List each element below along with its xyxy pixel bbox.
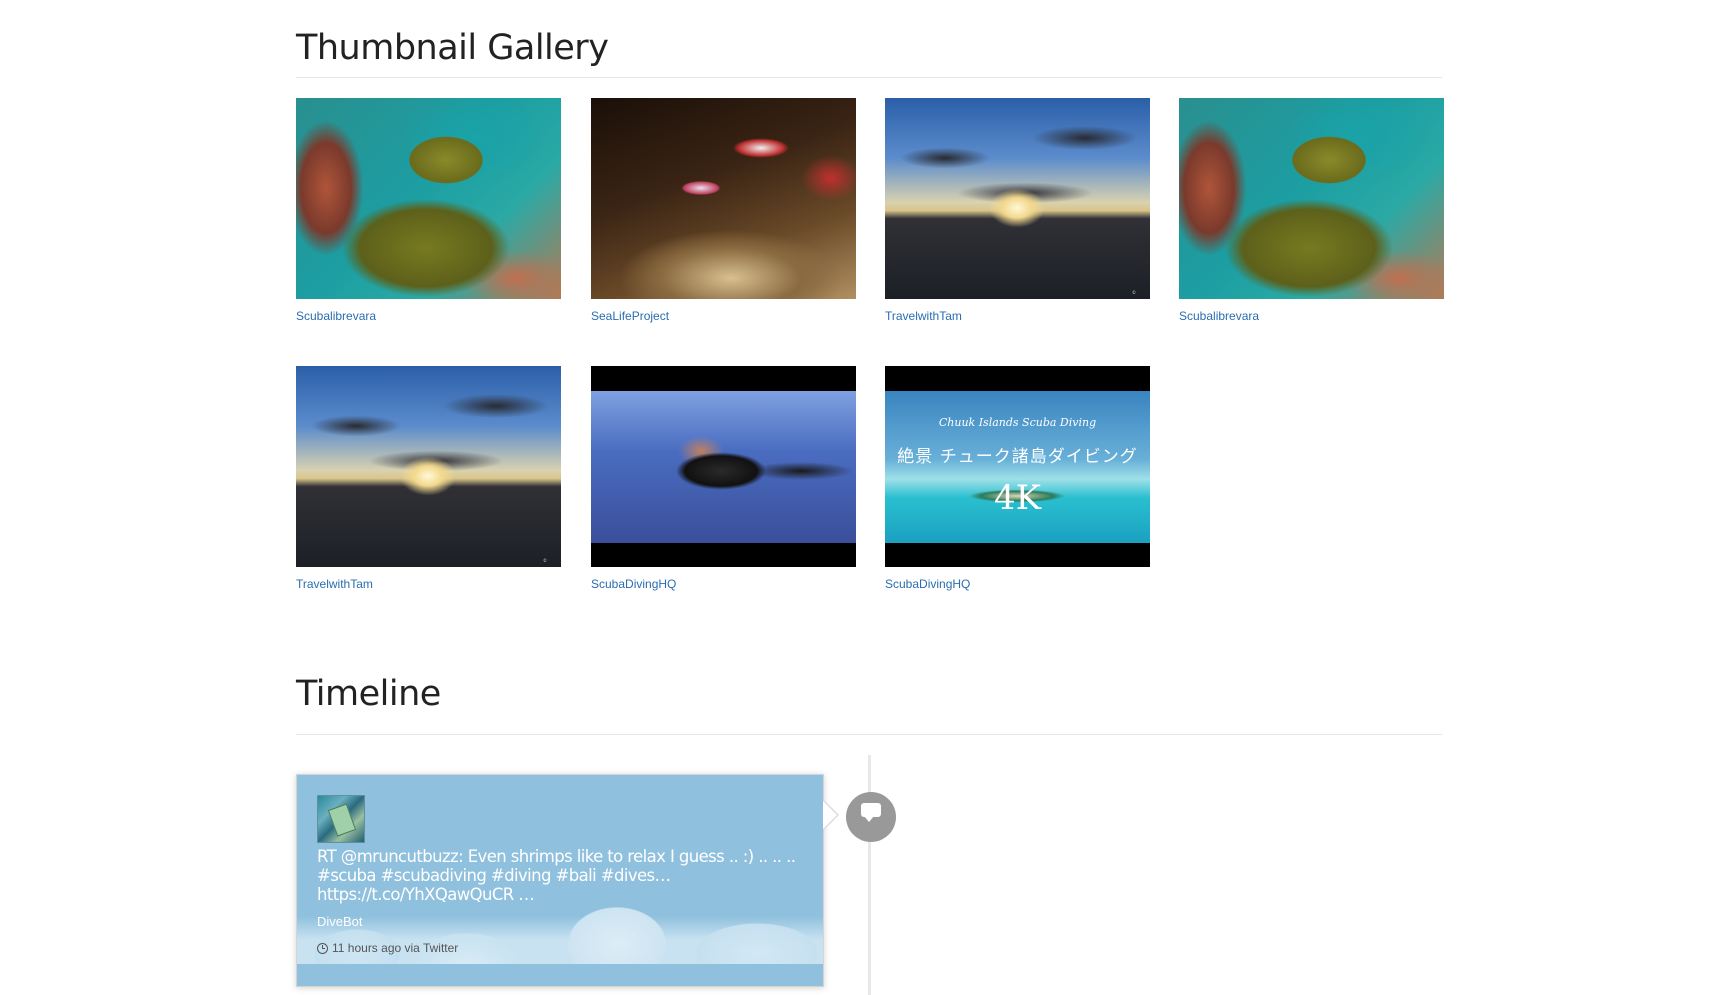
timeline-title: Timeline xyxy=(296,674,441,714)
panel-footer-strip xyxy=(297,964,823,986)
timeline-divider xyxy=(296,734,1442,735)
thumbnail-image[interactable] xyxy=(591,366,856,567)
thumbnail-image[interactable] xyxy=(591,98,856,299)
thumbnail-caption-link[interactable]: SeaLifeProject xyxy=(591,309,856,323)
comment-icon xyxy=(861,803,881,822)
thumbnail-caption-link[interactable]: TravelwithTam xyxy=(885,309,1150,323)
gallery-item[interactable]: Scubalibrevara xyxy=(296,98,561,323)
tweet-timestamp: 11 hours ago via Twitter xyxy=(332,941,459,955)
thumbnail-caption-link[interactable]: Scubalibrevara xyxy=(296,309,561,323)
gallery-item[interactable]: ScubaDivingHQ xyxy=(591,366,856,591)
timeline-panel: RT @mruncutbuzz: Even shrimps like to re… xyxy=(296,774,824,987)
gallery-item[interactable]: Scubalibrevara xyxy=(1179,98,1444,323)
thumbnail-image[interactable] xyxy=(296,98,561,299)
video-resolution-label: 4K xyxy=(993,478,1042,518)
timeline-line xyxy=(868,755,871,995)
timeline-entry-content: RT @mruncutbuzz: Even shrimps like to re… xyxy=(317,795,807,955)
thumbnail-image[interactable]: © xyxy=(296,366,561,567)
gallery-divider xyxy=(296,77,1442,78)
gallery-item[interactable]: © TravelwithTam xyxy=(885,98,1150,323)
tweet-author[interactable]: DiveBot xyxy=(317,914,807,929)
clock-icon xyxy=(317,942,328,954)
thumbnail-image[interactable] xyxy=(1179,98,1444,299)
thumbnail-image[interactable]: © xyxy=(885,98,1150,299)
tweet-meta: 11 hours ago via Twitter xyxy=(317,941,807,955)
avatar-icon[interactable] xyxy=(317,795,365,843)
gallery-item[interactable]: © TravelwithTam xyxy=(296,366,561,591)
gallery-item[interactable]: SeaLifeProject xyxy=(591,98,856,323)
gallery-item[interactable]: Chuuk Islands Scuba Diving 絶景 チューク諸島ダイビン… xyxy=(885,366,1150,591)
thumbnail-image[interactable]: Chuuk Islands Scuba Diving 絶景 チューク諸島ダイビン… xyxy=(885,366,1150,567)
video-title-jp: 絶景 チューク諸島ダイビング xyxy=(897,447,1138,467)
gallery-title: Thumbnail Gallery xyxy=(296,28,609,68)
tweet-text[interactable]: RT @mruncutbuzz: Even shrimps like to re… xyxy=(317,847,807,904)
thumbnail-caption-link[interactable]: ScubaDivingHQ xyxy=(885,577,1150,591)
video-title-en: Chuuk Islands Scuba Diving xyxy=(938,416,1097,429)
thumbnail-caption-link[interactable]: ScubaDivingHQ xyxy=(591,577,856,591)
panel-pointer-arrow xyxy=(823,800,839,830)
thumbnail-caption-link[interactable]: Scubalibrevara xyxy=(1179,309,1444,323)
thumbnail-caption-link[interactable]: TravelwithTam xyxy=(296,577,561,591)
timeline-badge xyxy=(846,792,896,842)
